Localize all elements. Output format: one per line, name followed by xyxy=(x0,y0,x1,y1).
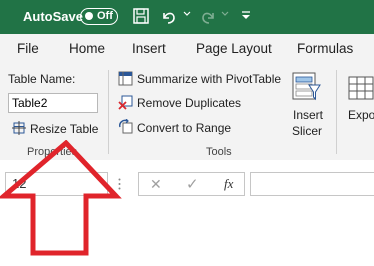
remove-duplicates-button[interactable]: Remove Duplicates xyxy=(137,96,241,110)
pivot-table-icon xyxy=(118,71,133,86)
tab-insert[interactable]: Insert xyxy=(132,41,166,56)
resize-table-button[interactable]: Resize Table xyxy=(30,122,98,136)
tab-home[interactable]: Home xyxy=(69,41,105,56)
table-name-input[interactable]: Table2 xyxy=(8,93,98,113)
toggle-knob xyxy=(85,12,93,20)
tab-page-layout[interactable]: Page Layout xyxy=(196,41,272,56)
tab-file[interactable]: File xyxy=(17,41,39,56)
group-divider xyxy=(336,70,337,154)
title-bar: AutoSave Off xyxy=(0,0,374,34)
redo-icon[interactable] xyxy=(199,7,217,25)
formula-input[interactable] xyxy=(250,172,374,196)
cancel-icon[interactable]: ✕ xyxy=(150,176,162,193)
export-button[interactable]: Expo xyxy=(344,68,374,140)
resize-table-icon xyxy=(12,121,26,135)
remove-duplicates-icon xyxy=(118,95,133,110)
red-up-arrow-annotation xyxy=(0,140,122,256)
redo-dropdown-icon[interactable] xyxy=(221,11,229,17)
convert-to-range-icon xyxy=(118,119,133,134)
save-icon[interactable] xyxy=(132,7,150,25)
insert-function-icon[interactable]: fx xyxy=(224,176,233,192)
export-table-icon xyxy=(348,76,374,102)
insert-slicer-line1: Insert xyxy=(293,108,324,122)
slicer-icon xyxy=(291,71,321,105)
tab-formulas[interactable]: Formulas xyxy=(297,41,353,56)
undo-icon[interactable] xyxy=(160,7,178,25)
tools-group-label: Tools xyxy=(206,146,232,158)
autosave-label: AutoSave xyxy=(23,9,83,24)
undo-dropdown-icon[interactable] xyxy=(183,11,191,17)
customize-quick-access-icon[interactable] xyxy=(241,10,251,20)
formula-buttons: ✕ ✓ fx xyxy=(138,172,245,196)
convert-to-range-button[interactable]: Convert to Range xyxy=(137,121,231,135)
export-label: Expo xyxy=(348,108,374,122)
autosave-toggle[interactable]: Off xyxy=(80,8,118,25)
ribbon-tabs: File Home Insert Page Layout Formulas xyxy=(0,34,374,64)
enter-icon[interactable]: ✓ xyxy=(186,175,199,193)
table-name-label: Table Name: xyxy=(8,72,76,86)
insert-slicer-line2: Slicer xyxy=(292,124,323,138)
summarize-pivottable-button[interactable]: Summarize with PivotTable xyxy=(137,72,281,86)
insert-slicer-button[interactable]: Insert Slicer xyxy=(287,68,327,140)
autosave-state: Off xyxy=(97,10,113,22)
